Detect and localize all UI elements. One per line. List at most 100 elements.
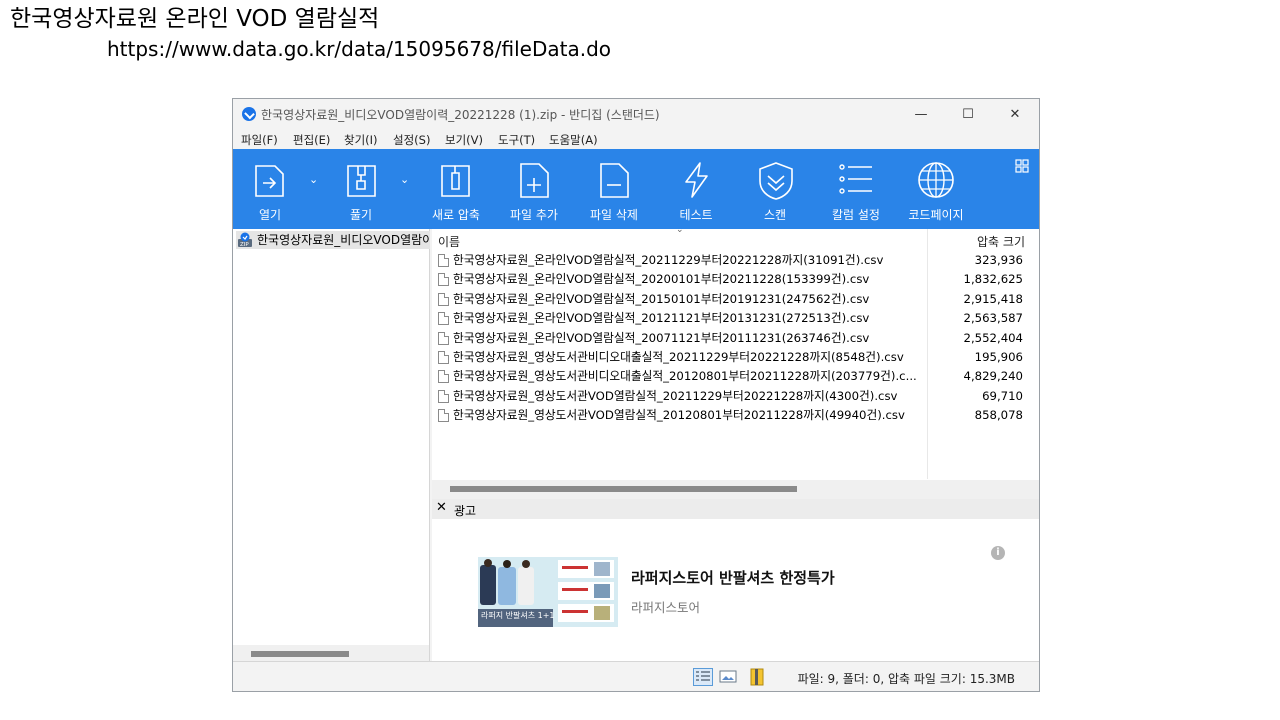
file-name: 한국영상자료원_영상도서관VOD열람실적_20120801부터20211228까… — [453, 408, 905, 423]
file-row[interactable]: 한국영상자료원_온라인VOD열람실적_20121121부터20131231(27… — [432, 309, 1039, 328]
scan-label: 스캔 — [763, 208, 787, 222]
file-row[interactable]: 한국영상자료원_영상도서관VOD열람실적_20120801부터20211228까… — [432, 406, 1039, 425]
codepage-button[interactable]: 코드페이지 — [901, 149, 971, 229]
open-icon — [255, 165, 284, 197]
title-bar: 한국영상자료원_비디오VOD열람이력_20221228 (1).zip - 반디… — [233, 99, 1039, 129]
close-button[interactable]: ✕ — [992, 99, 1038, 129]
menu-edit[interactable]: 편집(E) — [293, 132, 330, 148]
new-archive-icon — [441, 165, 470, 197]
file-row[interactable]: 한국영상자료원_온라인VOD열람실적_20200101부터20211228(15… — [432, 270, 1039, 289]
maximize-button[interactable]: ☐ — [945, 99, 991, 129]
csv-file-icon — [438, 273, 449, 287]
file-row[interactable]: 한국영상자료원_영상도서관VOD열람실적_20211229부터20221228까… — [432, 387, 1039, 406]
source-url: https://www.data.go.kr/data/15095678/fil… — [107, 37, 611, 61]
extract-dropdown-icon[interactable]: ⌄ — [400, 173, 409, 186]
file-size: 69,710 — [982, 388, 1023, 403]
slide-title: 한국영상자료원 온라인 VOD 열람실적 — [10, 6, 380, 32]
column-settings-button[interactable]: 칼럼 설정 — [820, 149, 892, 229]
ad-panel[interactable]: 라퍼지 반팔셔츠 1+1 라퍼지스토어 반팔셔츠 한정특가 라퍼지스토어 i — [432, 519, 1039, 661]
file-row[interactable]: 한국영상자료원_온라인VOD열람실적_20211229부터20221228까지(… — [432, 251, 1039, 270]
ad-close-button[interactable]: ✕ — [436, 500, 447, 515]
csv-file-icon — [438, 351, 449, 364]
menu-tools[interactable]: 도구(T) — [498, 132, 535, 148]
file-name: 한국영상자료원_온라인VOD열람실적_20071121부터20111231(26… — [453, 330, 870, 345]
csv-file-icon — [438, 254, 449, 267]
svg-text:ZIP: ZIP — [240, 242, 249, 248]
csv-file-icon — [438, 331, 449, 345]
file-size: 2,915,418 — [963, 291, 1023, 306]
file-list-header: 이름 ⌄ 압축 크기 — [432, 225, 1039, 479]
ad-info-icon[interactable]: i — [991, 546, 1005, 560]
ad-banner-image[interactable]: 라퍼지 반팔셔츠 1+1 — [478, 557, 618, 627]
scrollbar-thumb[interactable] — [251, 651, 349, 657]
menu-help[interactable]: 도움말(A) — [549, 132, 598, 148]
zip-icon: ZIP — [238, 232, 252, 248]
scan-button[interactable]: 스캔 — [740, 149, 810, 229]
open-button[interactable]: 열기 — [233, 149, 307, 229]
file-size: 2,563,587 — [963, 311, 1023, 326]
file-size: 1,832,625 — [963, 272, 1023, 287]
menu-view[interactable]: 보기(V) — [445, 132, 483, 148]
file-size: 2,552,404 — [963, 330, 1023, 345]
bandizip-window: 한국영상자료원_비디오VOD열람이력_20221228 (1).zip - 반디… — [232, 98, 1040, 692]
details-view-icon[interactable] — [693, 668, 713, 686]
file-size: 4,829,240 — [963, 369, 1023, 384]
open-label: 열기 — [258, 208, 282, 222]
file-list-panel: 이름 ⌄ 압축 크기 한국영상자료원_온라인VOD열람실적_20211229부터… — [432, 225, 1039, 499]
thumbnail-view-icon[interactable] — [718, 668, 738, 686]
status-text: 파일: 9, 폴더: 0, 압축 파일 크기: 15.3MB — [797, 672, 1015, 686]
menu-file[interactable]: 파일(F) — [241, 132, 278, 148]
file-name: 한국영상자료원_온라인VOD열람실적_20121121부터20131231(27… — [453, 311, 870, 326]
file-row[interactable]: 한국영상자료원_온라인VOD열람실적_20071121부터20111231(26… — [432, 329, 1039, 348]
new-archive-label: 새로 압축 — [432, 208, 480, 222]
archive-info-icon[interactable] — [748, 668, 768, 686]
file-size: 195,906 — [974, 350, 1023, 364]
tree-item-archive-root[interactable]: ZIP 한국영상자료원_비디오VOD열람이력_20221228 (1).zip — [236, 231, 430, 249]
csv-file-icon — [438, 292, 449, 306]
lightning-icon — [685, 162, 708, 198]
column-header-size[interactable]: 압축 크기 — [977, 233, 1025, 250]
file-size: 858,078 — [974, 408, 1023, 423]
status-bar: 파일: 9, 폴더: 0, 압축 파일 크기: 15.3MB — [233, 661, 1039, 691]
add-file-icon — [520, 163, 549, 198]
column-settings-label: 칼럼 설정 — [832, 208, 880, 222]
toolbar: 열기 ⌄ 풀기 ⌄ 새로 압축 파일 추가 파일 삭제 테스트 스캔 칼럼 설정… — [233, 149, 1039, 229]
add-file-button[interactable]: 파일 추가 — [499, 149, 569, 229]
test-button[interactable]: 테스트 — [661, 149, 731, 229]
layout-grid-icon[interactable] — [1015, 159, 1029, 173]
csv-file-icon — [438, 409, 449, 423]
globe-icon — [918, 162, 954, 198]
csv-file-icon — [438, 389, 449, 403]
extract-button[interactable]: 풀기 — [327, 149, 395, 229]
tree-item-label: 한국영상자료원_비디오VOD열람이력_20221228 (1).zip — [257, 233, 430, 247]
file-name: 한국영상자료원_영상도서관비디오대출실적_20120801부터20211228까… — [453, 369, 917, 384]
menu-settings[interactable]: 설정(S) — [393, 132, 430, 148]
menu-find[interactable]: 찾기(I) — [344, 132, 378, 148]
file-name: 한국영상자료원_영상도서관VOD열람실적_20211229부터20221228까… — [453, 388, 898, 403]
extract-icon — [347, 165, 376, 197]
column-header-name[interactable]: 이름 — [438, 233, 460, 250]
delete-file-icon — [600, 163, 629, 198]
file-row[interactable]: 한국영상자료원_영상도서관비디오대출실적_20120801부터20211228까… — [432, 367, 1039, 386]
minimize-button[interactable]: — — [898, 99, 944, 129]
file-name: 한국영상자료원_온라인VOD열람실적_20200101부터20211228(15… — [453, 272, 870, 287]
new-archive-button[interactable]: 새로 압축 — [421, 149, 491, 229]
list-icon — [839, 164, 872, 194]
tree-horizontal-scrollbar[interactable] — [233, 645, 429, 661]
open-dropdown-icon[interactable]: ⌄ — [309, 173, 318, 186]
extract-label: 풀기 — [349, 208, 373, 222]
test-label: 테스트 — [679, 208, 713, 222]
csv-file-icon — [438, 312, 449, 326]
scrollbar-thumb[interactable] — [450, 486, 797, 492]
shield-icon — [759, 162, 793, 200]
file-list-horizontal-scrollbar[interactable] — [432, 480, 1039, 499]
delete-file-label: 파일 삭제 — [590, 208, 638, 222]
csv-file-icon — [438, 370, 449, 384]
file-row[interactable]: 한국영상자료원_영상도서관비디오대출실적_20211229부터20221228까… — [432, 348, 1039, 367]
ad-banner-text: 라퍼지 반팔셔츠 1+1 — [481, 611, 555, 620]
delete-file-button[interactable]: 파일 삭제 — [579, 149, 649, 229]
file-name: 한국영상자료원_영상도서관비디오대출실적_20211229부터20221228까… — [453, 350, 904, 364]
ad-advertiser[interactable]: 라퍼지스토어 — [631, 597, 700, 616]
file-row[interactable]: 한국영상자료원_온라인VOD열람실적_20150101부터20191231(24… — [432, 290, 1039, 309]
ad-title[interactable]: 라퍼지스토어 반팔셔츠 한정특가 — [631, 567, 835, 588]
